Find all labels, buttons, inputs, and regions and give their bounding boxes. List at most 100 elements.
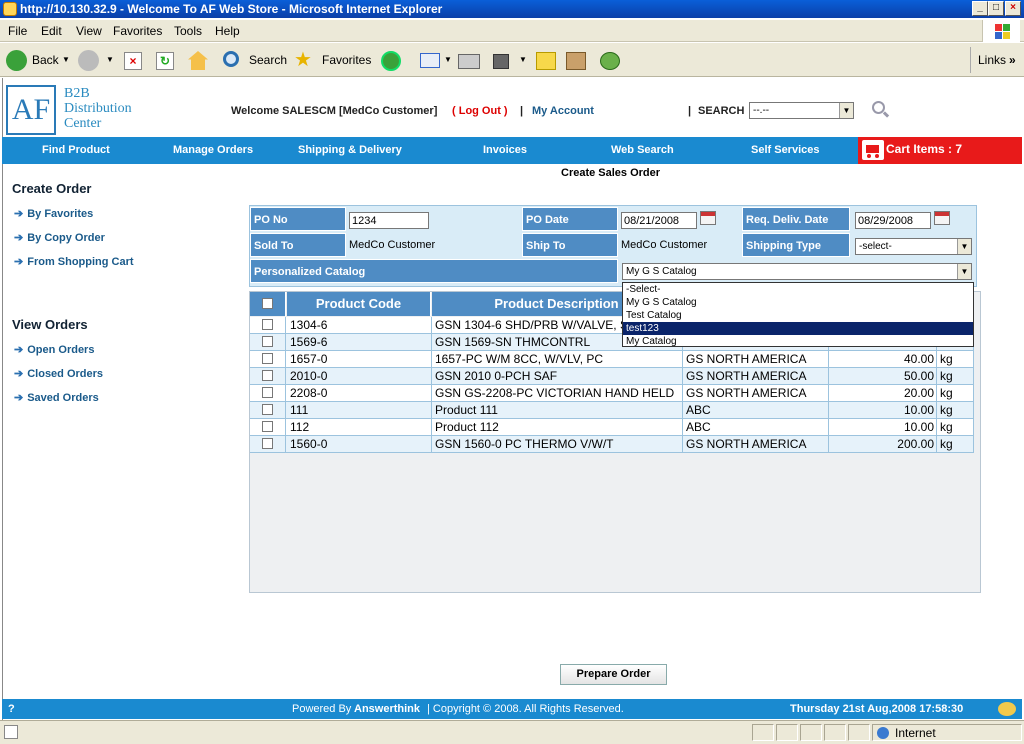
links-button[interactable]: Links [978, 49, 1006, 71]
open-orders-label[interactable]: Open Orders [27, 344, 94, 356]
open-orders-link[interactable]: ➔ Open Orders [14, 343, 94, 356]
menu-view[interactable]: View [76, 24, 102, 38]
from-shopping-cart-link[interactable]: ➔ From Shopping Cart [14, 255, 134, 268]
window-title: http://10.130.32.9 - Welcome To AF Web S… [20, 2, 443, 16]
catalog-option[interactable]: -Select- [623, 283, 973, 296]
af-logo[interactable]: AF [6, 85, 56, 135]
row-checkbox[interactable] [262, 336, 273, 347]
table-row: 1657-0 1657-PC W/M 8CC, W/VLV, PC GS NORTH… [250, 351, 974, 368]
cell-desc: Product 111 [432, 402, 683, 418]
cell-qty: 20.00 [829, 385, 937, 401]
research-icon[interactable] [566, 52, 586, 70]
menu-edit[interactable]: Edit [41, 24, 62, 38]
window-titlebar: http://10.130.32.9 - Welcome To AF Web S… [0, 0, 1024, 18]
header-separator: | [520, 105, 524, 117]
page-status-icon [4, 725, 18, 739]
chevron-down-icon[interactable]: ▼ [839, 103, 853, 118]
menu-favorites[interactable]: Favorites [113, 24, 162, 38]
calendar-icon[interactable] [934, 211, 950, 225]
edit-icon[interactable] [493, 54, 509, 69]
nav-self-services[interactable]: Self Services [751, 144, 820, 156]
logo-text: B2B Distribution Center [64, 86, 132, 131]
catalog-option[interactable]: Test Catalog [623, 309, 973, 322]
po-date-input[interactable] [621, 212, 697, 229]
shipping-type-select[interactable]: -select- ▼ [855, 238, 972, 255]
search-label: SEARCH [698, 105, 745, 117]
status-bar: Internet [0, 720, 1024, 744]
prepare-order-button[interactable]: Prepare Order [560, 664, 667, 685]
search-toolbar-button[interactable]: Search [249, 49, 287, 71]
links-chevron-icon[interactable]: » [1009, 49, 1016, 71]
nav-invoices[interactable]: Invoices [483, 144, 527, 156]
brand-name: Answerthink [354, 703, 421, 715]
back-button[interactable]: Back [32, 49, 59, 71]
by-favorites-label[interactable]: By Favorites [27, 208, 93, 220]
messenger-icon[interactable] [600, 52, 620, 70]
cell-unit: kg [937, 402, 974, 418]
maximize-button[interactable]: □ [988, 1, 1004, 16]
cell-code: 1657-0 [287, 351, 432, 367]
closed-orders-label[interactable]: Closed Orders [27, 368, 103, 380]
row-checkbox[interactable] [262, 438, 273, 449]
chevron-down-icon[interactable]: ▼ [957, 239, 971, 254]
cell-code: 1560-0 [287, 436, 432, 452]
by-favorites-link[interactable]: ➔ By Favorites [14, 207, 93, 220]
req-deliv-date-input[interactable] [855, 212, 931, 229]
nav-find-product[interactable]: Find Product [42, 144, 110, 156]
search-icon[interactable] [223, 51, 239, 67]
chevron-down-icon[interactable]: ▼ [957, 264, 971, 279]
menu-help[interactable]: Help [215, 24, 240, 38]
catalog-option[interactable]: My Catalog [623, 335, 973, 348]
menu-file[interactable]: File [8, 24, 27, 38]
cell-code: 2208-0 [287, 385, 432, 401]
closed-orders-link[interactable]: ➔ Closed Orders [14, 367, 103, 380]
nav-web-search[interactable]: Web Search [611, 144, 674, 156]
discuss-icon[interactable] [536, 52, 556, 70]
logout-link[interactable]: ( Log Out ) [452, 105, 508, 117]
saved-orders-label[interactable]: Saved Orders [27, 392, 99, 404]
row-checkbox[interactable] [262, 387, 273, 398]
by-copy-order-label[interactable]: By Copy Order [27, 232, 105, 244]
nav-shipping-delivery[interactable]: Shipping & Delivery [298, 144, 402, 156]
back-dropdown-icon[interactable]: ▼ [62, 49, 70, 71]
select-all-checkbox[interactable] [262, 298, 273, 309]
help-icon[interactable]: ? [8, 699, 15, 719]
row-checkbox[interactable] [262, 353, 273, 364]
minimize-button[interactable]: _ [972, 1, 988, 16]
row-checkbox[interactable] [262, 319, 273, 330]
by-copy-order-link[interactable]: ➔ By Copy Order [14, 231, 105, 244]
product-code-header[interactable]: Product Code [287, 292, 431, 316]
cell-vendor: ABC [683, 402, 829, 418]
from-shopping-cart-label[interactable]: From Shopping Cart [27, 256, 133, 268]
saved-orders-link[interactable]: ➔ Saved Orders [14, 391, 99, 404]
stop-icon[interactable]: × [124, 52, 142, 70]
menu-tools[interactable]: Tools [174, 24, 202, 38]
po-no-input[interactable] [349, 212, 429, 229]
mail-icon[interactable] [420, 53, 440, 68]
favorites-star-icon[interactable]: ★ [294, 49, 312, 71]
refresh-icon[interactable]: ↻ [156, 52, 174, 70]
close-button[interactable]: × [1005, 1, 1021, 16]
forward-arrow-icon[interactable] [78, 50, 99, 71]
my-account-link[interactable]: My Account [532, 105, 594, 117]
row-checkbox[interactable] [262, 370, 273, 381]
shopping-cart-icon[interactable] [862, 140, 884, 160]
back-arrow-icon[interactable] [6, 50, 27, 71]
favorites-toolbar-button[interactable]: Favorites [322, 49, 371, 71]
forward-dropdown-icon[interactable]: ▼ [106, 49, 114, 71]
catalog-option[interactable]: My G S Catalog [623, 296, 973, 309]
cell-unit: kg [937, 351, 974, 367]
catalog-option-highlighted[interactable]: test123 [623, 322, 973, 335]
nav-manage-orders[interactable]: Manage Orders [173, 144, 253, 156]
calendar-icon[interactable] [700, 211, 716, 225]
home-icon[interactable] [188, 51, 208, 70]
row-checkbox[interactable] [262, 421, 273, 432]
mail-dropdown-icon[interactable]: ▼ [444, 49, 452, 71]
catalog-select[interactable]: My G S Catalog ▼ [622, 263, 972, 280]
row-checkbox[interactable] [262, 404, 273, 415]
search-select[interactable]: --.-- ▼ [749, 102, 854, 119]
edit-dropdown-icon[interactable]: ▼ [519, 49, 527, 71]
history-icon[interactable] [381, 51, 401, 71]
print-icon[interactable] [458, 54, 480, 69]
cart-items-count[interactable]: Cart Items : 7 [886, 142, 962, 156]
